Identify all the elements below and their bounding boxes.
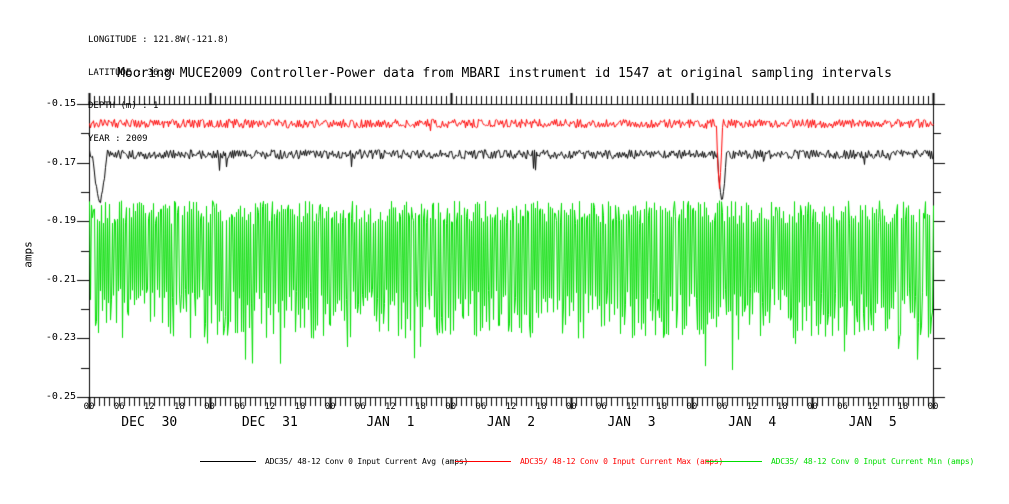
x-hour-label: 06 <box>590 402 612 412</box>
x-hour-label: 06 <box>108 402 130 412</box>
y-tick-label: -0.15 <box>24 98 76 110</box>
x-hour-label: 00 <box>319 402 341 412</box>
x-hour-label: 00 <box>801 402 823 412</box>
legend-item: ADC35/ 48-12 Conv 0 Input Current Avg (a… <box>200 451 468 463</box>
legend-line-swatch <box>200 461 256 462</box>
x-hour-label: 12 <box>500 402 522 412</box>
x-hour-label: 12 <box>379 402 401 412</box>
legend-item: ADC35/ 48-12 Conv 0 Input Current Max (a… <box>455 451 723 463</box>
x-hour-label: 18 <box>289 402 311 412</box>
x-hour-label: 18 <box>651 402 673 412</box>
x-hour-label: 18 <box>892 402 914 412</box>
x-day-label: DEC 30 <box>94 416 204 430</box>
mooring-power-plot-figure: LONGITUDE : 121.8W(-121.8) LATITUDE : 36… <box>0 0 1009 504</box>
legend-line-swatch <box>455 461 511 462</box>
x-hour-label: 18 <box>168 402 190 412</box>
x-day-label: JAN 2 <box>456 416 566 430</box>
x-hour-label: 12 <box>621 402 643 412</box>
legend-label: ADC35/ 48-12 Conv 0 Input Current Min (a… <box>771 457 974 466</box>
x-hour-label: 18 <box>410 402 432 412</box>
legend-item: ADC35/ 48-12 Conv 0 Input Current Min (a… <box>706 451 974 463</box>
y-tick-label: -0.17 <box>24 157 76 169</box>
y-tick-label: -0.23 <box>24 332 76 344</box>
x-hour-label: 06 <box>832 402 854 412</box>
x-day-label: JAN 3 <box>577 416 687 430</box>
x-hour-label: 00 <box>560 402 582 412</box>
x-hour-label: 06 <box>711 402 733 412</box>
x-hour-label: 18 <box>771 402 793 412</box>
x-day-label: DEC 31 <box>215 416 325 430</box>
x-hour-label: 00 <box>922 402 944 412</box>
x-hour-label: 12 <box>259 402 281 412</box>
x-hour-label: 06 <box>470 402 492 412</box>
y-tick-label: -0.19 <box>24 215 76 227</box>
x-hour-label: 06 <box>349 402 371 412</box>
x-hour-label: 00 <box>199 402 221 412</box>
x-hour-label: 00 <box>681 402 703 412</box>
y-tick-label: -0.25 <box>24 391 76 403</box>
x-hour-label: 12 <box>741 402 763 412</box>
x-hour-label: 18 <box>530 402 552 412</box>
x-hour-label: 00 <box>440 402 462 412</box>
legend-label: ADC35/ 48-12 Conv 0 Input Current Max (a… <box>520 457 723 466</box>
y-tick-label: -0.21 <box>24 274 76 286</box>
legend-label: ADC35/ 48-12 Conv 0 Input Current Avg (a… <box>265 457 468 466</box>
x-day-label: JAN 5 <box>818 416 928 430</box>
legend-line-swatch <box>706 461 762 462</box>
x-hour-label: 12 <box>138 402 160 412</box>
x-hour-label: 00 <box>78 402 100 412</box>
x-hour-label: 06 <box>229 402 251 412</box>
x-day-label: JAN 4 <box>697 416 807 430</box>
x-day-label: JAN 1 <box>335 416 445 430</box>
x-hour-label: 12 <box>862 402 884 412</box>
